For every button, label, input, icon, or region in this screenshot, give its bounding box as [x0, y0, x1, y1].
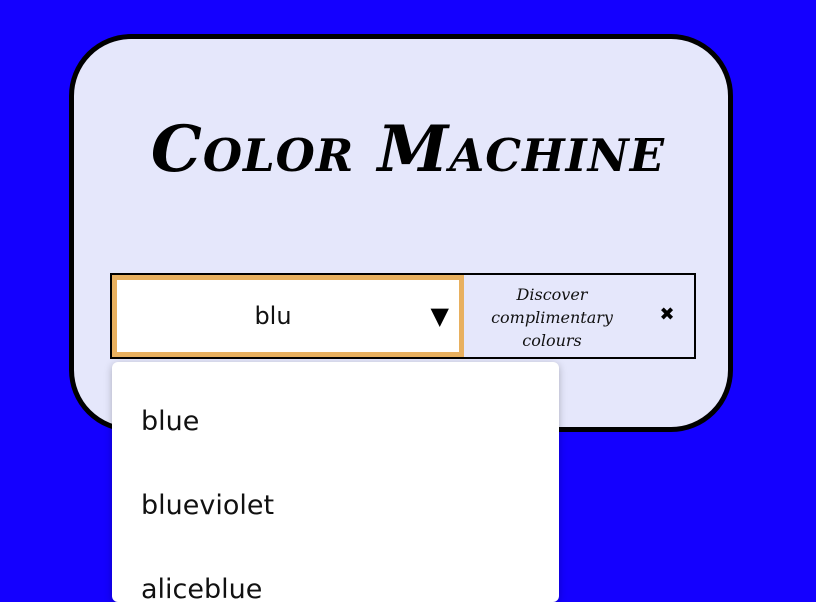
dropdown-option-blue[interactable]: blue	[141, 406, 199, 437]
clear-icon[interactable]: ✖	[652, 275, 682, 357]
dropdown-option-blueviolet[interactable]: blueviolet	[141, 490, 274, 521]
color-dropdown-menu: blue blueviolet aliceblue	[112, 362, 559, 602]
dropdown-arrow-icon[interactable]: ▼	[431, 280, 449, 352]
color-controls: blu ▼ Discover complimentary colours ✖	[110, 273, 696, 359]
discover-complimentary-label: Discover complimentary colours	[491, 285, 613, 350]
dropdown-option-aliceblue[interactable]: aliceblue	[141, 574, 262, 602]
page-title: Color Machine	[150, 112, 666, 187]
color-select-input[interactable]: blu ▼	[112, 275, 464, 357]
select-value[interactable]: blu	[117, 280, 429, 352]
